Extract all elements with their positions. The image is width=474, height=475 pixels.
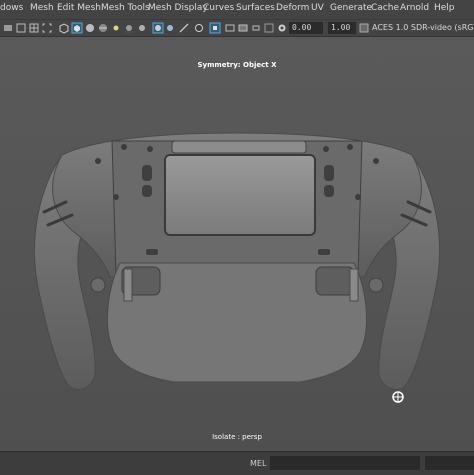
render-icon[interactable] — [193, 22, 205, 34]
safe-title-icon[interactable] — [263, 22, 275, 34]
command-input[interactable] — [270, 456, 420, 470]
menu-mesh[interactable]: Mesh — [30, 3, 54, 13]
menu-generate[interactable]: Generate — [330, 3, 372, 13]
mel-label[interactable]: MEL — [250, 459, 266, 468]
menu-windows[interactable]: dows — [0, 3, 23, 13]
gate-mask-icon[interactable] — [237, 22, 249, 34]
display-toggle-icon[interactable] — [209, 22, 221, 34]
menu-mesh-tools[interactable]: Mesh Tools — [101, 3, 150, 13]
menu-curves[interactable]: Curves — [203, 3, 234, 13]
ambient-occlusion-icon[interactable] — [136, 22, 148, 34]
display-screen — [164, 154, 316, 236]
camera-attributes-icon[interactable] — [2, 22, 14, 34]
menu-mesh-display[interactable]: Mesh Display — [148, 3, 208, 13]
3d-viewport[interactable]: Symmetry: Object X Isolate: persp — [0, 37, 474, 451]
lighting-icon[interactable] — [110, 22, 122, 34]
resolution-gate-icon[interactable] — [224, 22, 236, 34]
isolate-label: Isolate : persp — [212, 433, 262, 441]
shaded-sphere-icon[interactable] — [84, 22, 96, 34]
xray-icon[interactable] — [152, 22, 164, 34]
color-space-dropdown[interactable]: ACES 1.0 SDR-video (sRGB) — [372, 22, 474, 34]
isolate-select-icon[interactable] — [165, 22, 177, 34]
smooth-shade-icon[interactable] — [71, 22, 83, 34]
main-menubar: dows Mesh Edit Mesh Mesh Tools Mesh Disp… — [0, 0, 474, 20]
xray-joints-icon[interactable] — [178, 22, 190, 34]
exposure-field[interactable]: 0.00 — [289, 22, 323, 34]
menu-cache[interactable]: Cache — [371, 3, 399, 13]
safe-action-icon[interactable] — [250, 22, 262, 34]
command-bar: MEL — [0, 451, 474, 475]
gamma-field[interactable]: 1.00 — [328, 22, 356, 34]
menu-surfaces[interactable]: Surfaces — [236, 3, 275, 13]
wireframe-cube-icon[interactable] — [58, 22, 70, 34]
menu-arnold[interactable]: Arnold — [400, 3, 429, 13]
shadows-icon[interactable] — [123, 22, 135, 34]
textured-sphere-icon[interactable] — [97, 22, 109, 34]
viewport-toolbar: 0.00 G 1.00 ACES 1.0 SDR-video (sRGB) — [0, 20, 474, 37]
frame-icon[interactable] — [41, 22, 53, 34]
rotate-tool-icon — [392, 391, 404, 403]
color-management-icon[interactable] — [358, 22, 370, 34]
menu-edit-mesh[interactable]: Edit Mesh — [57, 3, 101, 13]
grid-icon[interactable] — [28, 22, 40, 34]
menu-help[interactable]: Help — [434, 3, 455, 13]
exposure-icon[interactable] — [276, 22, 288, 34]
command-result-field — [425, 456, 474, 470]
menu-deform[interactable]: Deform — [276, 3, 309, 13]
menu-uv[interactable]: UV — [311, 3, 324, 13]
select-camera-icon[interactable] — [15, 22, 27, 34]
